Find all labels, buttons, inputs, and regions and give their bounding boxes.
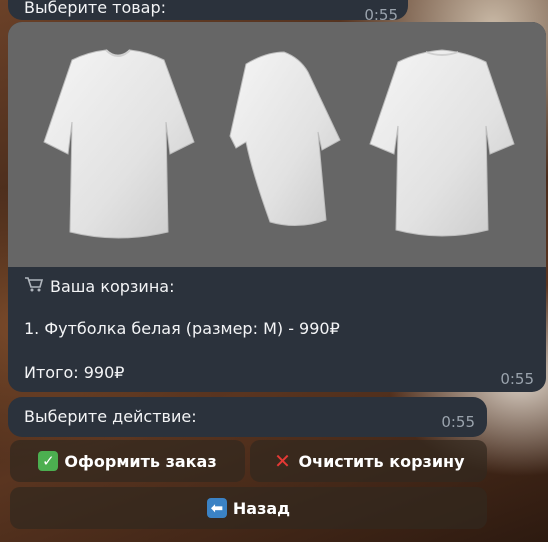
cross-mark-icon: ✕ [274,449,291,473]
checkout-button[interactable]: ✓ Оформить заказ [10,440,245,482]
cart-header-text: Ваша корзина: [50,277,175,296]
action-message-bubble: Выберите действие: 0:55 [8,397,487,437]
previous-message-text: Выберите товар: [24,0,167,17]
cart-total: Итого: 990₽ [24,363,125,382]
back-button[interactable]: ⬅ Назад [10,487,487,529]
tshirt-front-view [43,49,195,239]
cart-message-bubble: Ваша корзина: 1. Футболка белая (размер:… [8,22,546,392]
cart-header: Ваша корзина: [24,276,174,296]
action-message-time: 0:55 [441,413,475,431]
product-photo[interactable] [8,22,546,267]
action-message-text: Выберите действие: [24,407,197,426]
cart-message-time: 0:55 [500,370,534,388]
checkout-button-label: Оформить заказ [64,451,217,471]
back-arrow-icon: ⬅ [206,498,227,518]
shopping-cart-icon [24,276,44,296]
tshirt-side-view [229,51,341,226]
check-mark-icon: ✓ [38,451,59,471]
cart-item: 1. Футболка белая (размер: M) - 990₽ [24,319,340,338]
tshirts-illustration [43,49,515,239]
clear-cart-button-label: Очистить корзину [298,451,465,471]
back-button-label: Назад [232,498,291,518]
clear-cart-button[interactable]: ✕ Очистить корзину [250,440,487,482]
tshirt-back-view [369,49,515,237]
previous-message-bubble: Выберите товар: 0:55 [8,0,408,24]
